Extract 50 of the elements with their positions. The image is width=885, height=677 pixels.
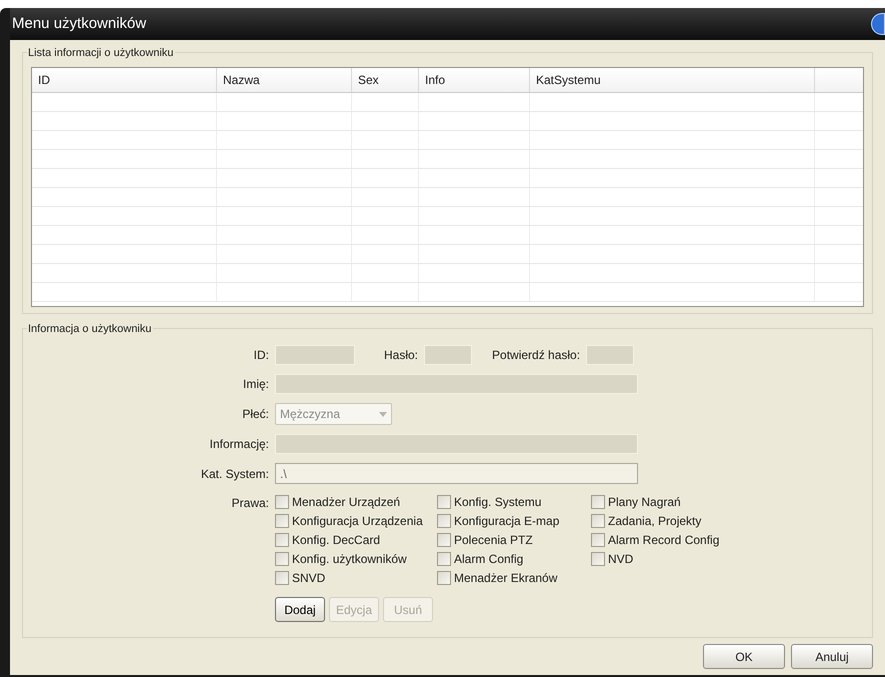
checkbox-label: Zadania, Projekty	[608, 512, 702, 530]
column-header[interactable]: Nazwa	[217, 68, 352, 92]
checkbox-label: Menadżer Urządzeń	[292, 494, 400, 510]
column-header[interactable]: Info	[419, 68, 530, 92]
group-title: Informacja o użytkowniku	[27, 321, 152, 338]
window-title: Menu użytkowników	[11, 14, 146, 34]
field-label: Płeć:	[241, 406, 269, 423]
checkbox-label: Alarm Config	[454, 550, 524, 568]
column-header[interactable]: Sex	[352, 68, 419, 92]
input-field[interactable]: .\	[275, 463, 638, 484]
checkbox-label: Konfiguracja E-map	[454, 512, 560, 530]
field-label: Hasło:	[384, 347, 418, 364]
dialog-button[interactable]: OK	[703, 644, 785, 669]
checkbox-label: SNVD	[292, 570, 326, 586]
checkbox-label: Alarm Record Config	[608, 532, 720, 548]
checkbox-label: Plany Nagrań	[608, 494, 681, 510]
group-title: Lista informacji o użytkowniku	[27, 45, 175, 62]
checkbox-label: NVD	[608, 550, 634, 568]
field-label: Kat. System:	[200, 466, 269, 482]
field-label: Imię:	[242, 376, 269, 393]
checkbox[interactable]	[437, 514, 451, 528]
checkbox-label: Konfiguracja Urządzenia	[292, 512, 423, 530]
field-label: ID:	[252, 347, 269, 364]
checkbox[interactable]	[591, 494, 605, 508]
checkbox-label: Konfig. użytkowników	[292, 550, 407, 568]
form-button[interactable]: Dodaj	[275, 597, 325, 622]
checkbox[interactable]	[437, 552, 451, 566]
checkbox-label: Polecenia PTZ	[454, 532, 533, 548]
checkbox-label: Menadżer Ekranów	[454, 570, 558, 586]
checkbox[interactable]	[437, 532, 451, 546]
checkbox[interactable]	[591, 532, 605, 546]
field-label: Prawa:	[230, 495, 269, 512]
checkbox[interactable]	[275, 514, 289, 528]
checkbox-label: Konfig. Systemu	[454, 494, 542, 510]
column-header[interactable]: KatSystemu	[530, 68, 815, 92]
checkbox[interactable]	[591, 514, 605, 528]
field-label: Informację:	[208, 436, 269, 453]
checkbox-label: Konfig. DecCard	[292, 532, 380, 548]
caret-icon	[379, 412, 387, 416]
checkbox[interactable]	[437, 494, 451, 508]
checkbox[interactable]	[275, 494, 289, 508]
checkbox[interactable]	[275, 532, 289, 546]
dialog-button[interactable]: Anuluj	[791, 644, 873, 669]
checkbox[interactable]	[275, 570, 289, 584]
checkbox[interactable]	[437, 570, 451, 584]
checkbox[interactable]	[591, 552, 605, 566]
column-header[interactable]: ID	[32, 68, 217, 92]
field-label: Potwierdź hasło:	[492, 347, 580, 364]
checkbox[interactable]	[275, 552, 289, 566]
close-icon[interactable]	[871, 13, 885, 35]
